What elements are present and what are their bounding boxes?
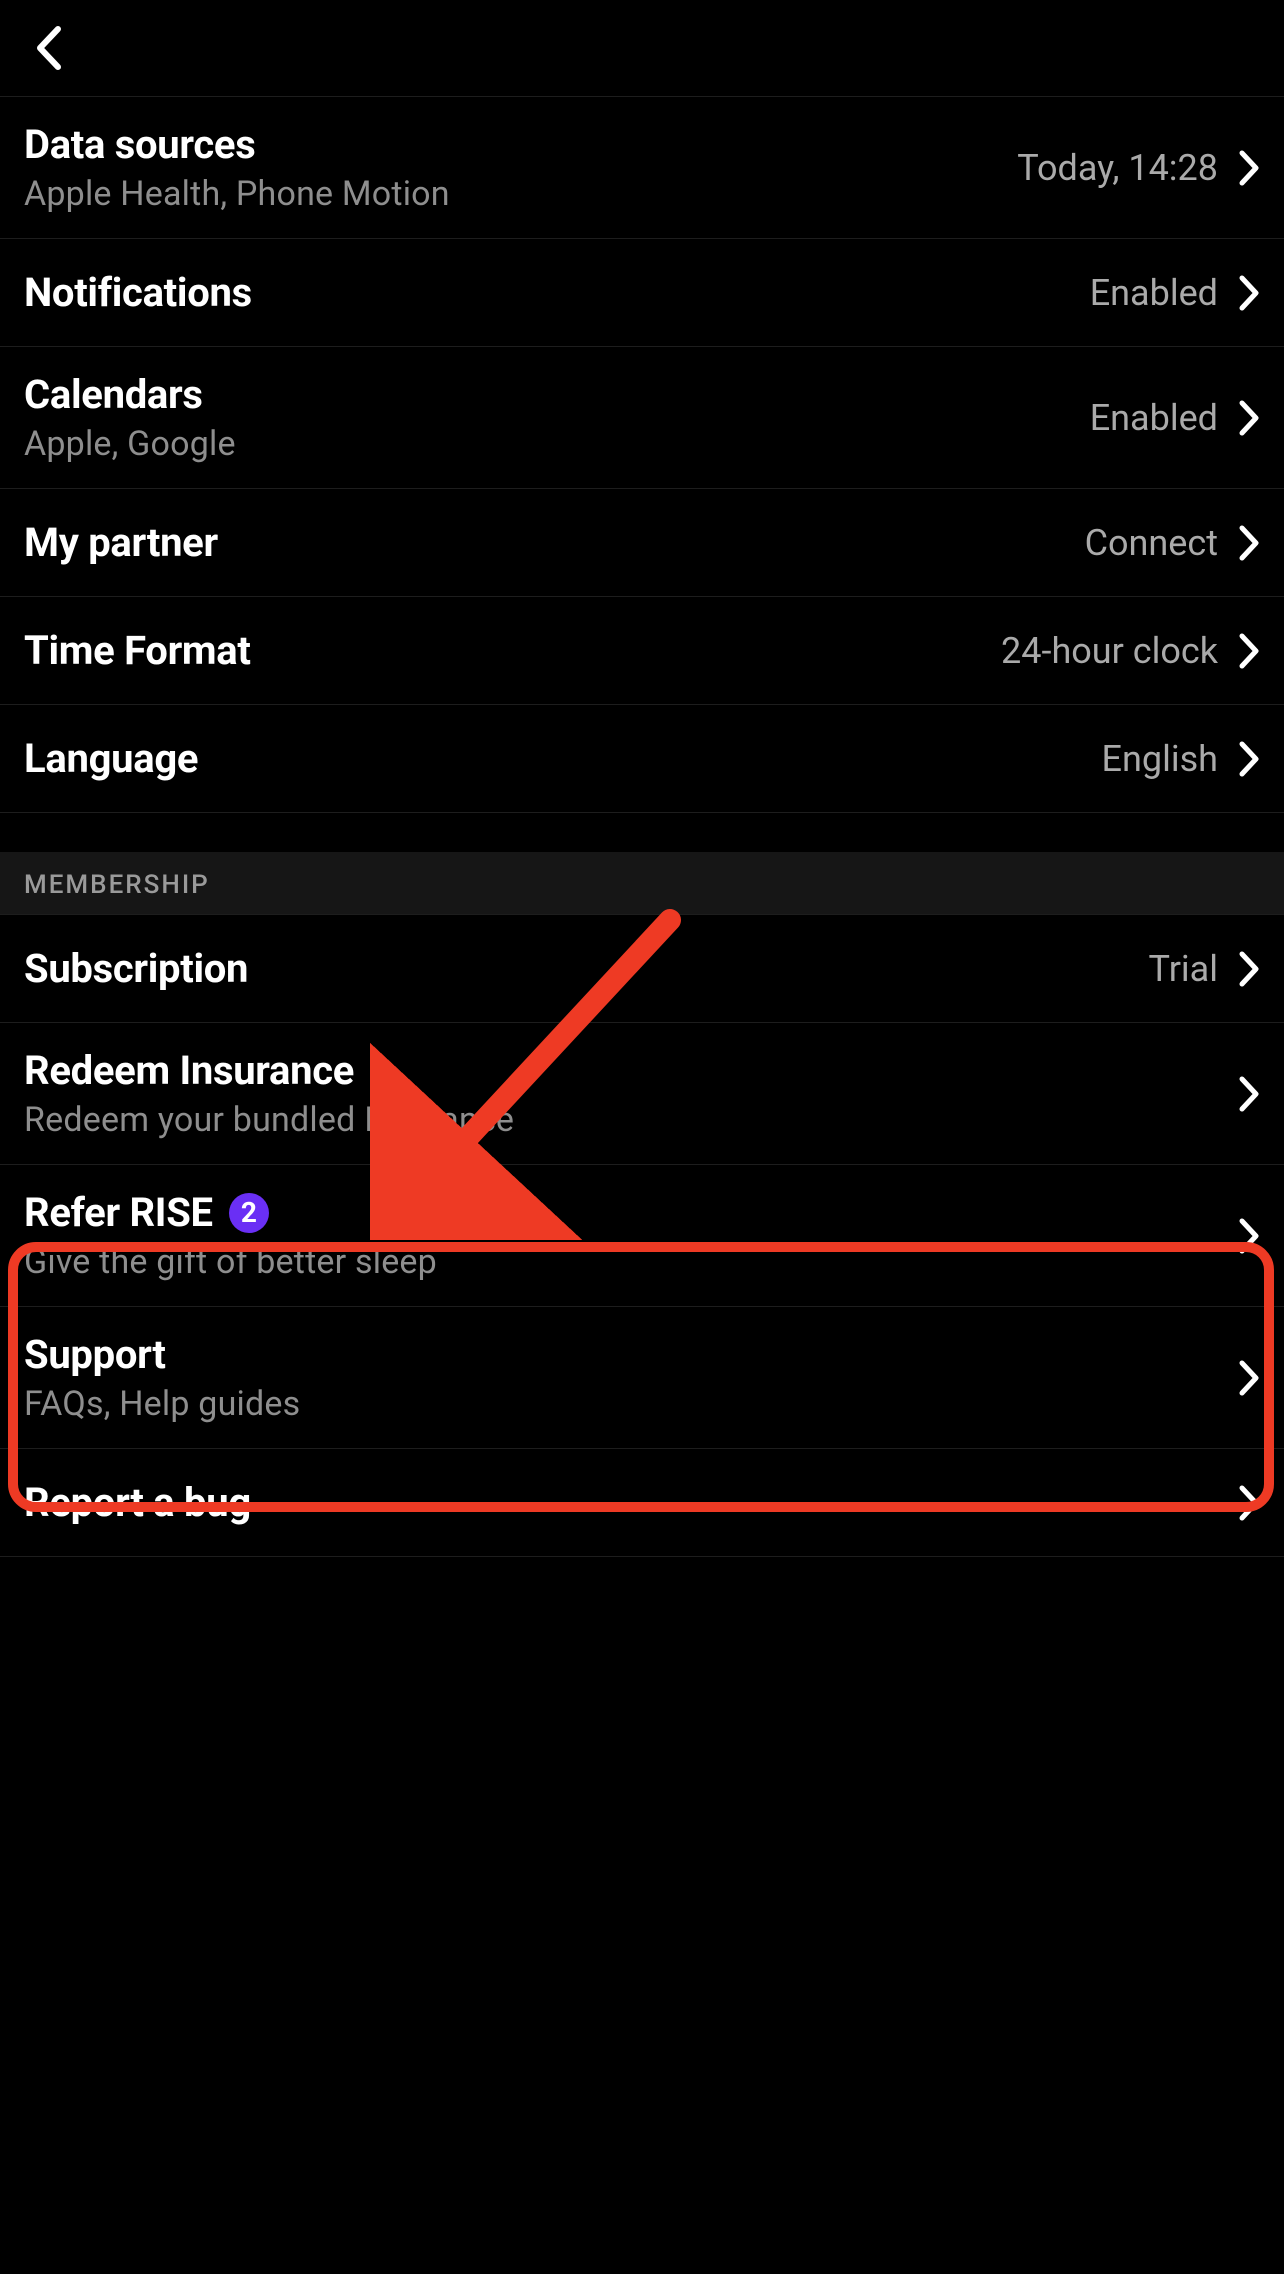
row-right: Today, 14:28 [1017,147,1260,189]
row-language[interactable]: Language English [0,704,1284,812]
row-right [1238,1075,1260,1113]
row-title: My partner [24,519,1085,566]
row-right [1238,1359,1260,1397]
row-subtitle: FAQs, Help guides [24,1384,1238,1424]
row-subtitle: Redeem your bundled Insurance [24,1100,1238,1140]
chevron-right-icon [1238,632,1260,670]
row-title: Report a bug [24,1479,1238,1526]
row-title-text: Refer RISE [24,1189,213,1236]
row-value: Connect [1085,522,1218,564]
header-bar [0,0,1284,96]
chevron-right-icon [1238,149,1260,187]
row-title: Calendars [24,371,1090,418]
row-title: Time Format [24,627,1001,674]
row-subscription[interactable]: Subscription Trial [0,914,1284,1022]
row-left: Subscription [24,945,1149,992]
chevron-right-icon [1238,274,1260,312]
row-subtitle: Give the gift of better sleep [24,1242,1238,1282]
row-left: Report a bug [24,1479,1238,1526]
row-subtitle: Apple, Google [24,424,1090,464]
row-left: Refer RISE 2 Give the gift of better sle… [24,1189,1238,1282]
row-title: Data sources [24,121,1017,168]
row-support[interactable]: Support FAQs, Help guides [0,1306,1284,1448]
chevron-right-icon [1238,1075,1260,1113]
row-title: Redeem Insurance [24,1047,1238,1094]
row-right: Enabled [1090,272,1260,314]
row-left: Support FAQs, Help guides [24,1331,1238,1424]
row-right: Trial [1149,948,1260,990]
row-title: Language [24,735,1102,782]
row-time-format[interactable]: Time Format 24-hour clock [0,596,1284,704]
row-right: Connect [1085,522,1260,564]
row-left: Redeem Insurance Redeem your bundled Ins… [24,1047,1238,1140]
row-left: Time Format [24,627,1001,674]
row-title: Support [24,1331,1238,1378]
row-refer-rise[interactable]: Refer RISE 2 Give the gift of better sle… [0,1164,1284,1306]
refer-badge: 2 [229,1193,269,1233]
row-value: Enabled [1090,272,1218,314]
row-left: Notifications [24,269,1090,316]
chevron-right-icon [1238,1484,1260,1522]
row-notifications[interactable]: Notifications Enabled [0,238,1284,346]
settings-screen: Data sources Apple Health, Phone Motion … [0,0,1284,2274]
row-data-sources[interactable]: Data sources Apple Health, Phone Motion … [0,96,1284,238]
row-left: Language [24,735,1102,782]
trailing-space [0,1556,1284,1856]
row-right [1238,1484,1260,1522]
row-right [1238,1217,1260,1255]
row-value: Enabled [1090,397,1218,439]
row-right: Enabled [1090,397,1260,439]
row-value: English [1102,738,1218,780]
row-value: Today, 14:28 [1017,147,1218,189]
chevron-right-icon [1238,950,1260,988]
chevron-right-icon [1238,1359,1260,1397]
row-redeem-insurance[interactable]: Redeem Insurance Redeem your bundled Ins… [0,1022,1284,1164]
settings-list: Data sources Apple Health, Phone Motion … [0,96,1284,1856]
row-left: Data sources Apple Health, Phone Motion [24,121,1017,214]
section-gap [0,812,1284,852]
chevron-right-icon [1238,399,1260,437]
row-left: My partner [24,519,1085,566]
section-header-membership: MEMBERSHIP [0,852,1284,914]
chevron-right-icon [1238,1217,1260,1255]
back-icon [34,25,62,71]
row-left: Calendars Apple, Google [24,371,1090,464]
row-my-partner[interactable]: My partner Connect [0,488,1284,596]
back-button[interactable] [24,24,72,72]
row-value: Trial [1149,948,1218,990]
row-report-bug[interactable]: Report a bug [0,1448,1284,1556]
chevron-right-icon [1238,740,1260,778]
row-value: 24-hour clock [1001,630,1218,672]
chevron-right-icon [1238,524,1260,562]
row-right: 24-hour clock [1001,630,1260,672]
row-calendars[interactable]: Calendars Apple, Google Enabled [0,346,1284,488]
row-subtitle: Apple Health, Phone Motion [24,174,1017,214]
row-title: Notifications [24,269,1090,316]
row-title: Refer RISE 2 [24,1189,1238,1236]
row-right: English [1102,738,1260,780]
row-title: Subscription [24,945,1149,992]
